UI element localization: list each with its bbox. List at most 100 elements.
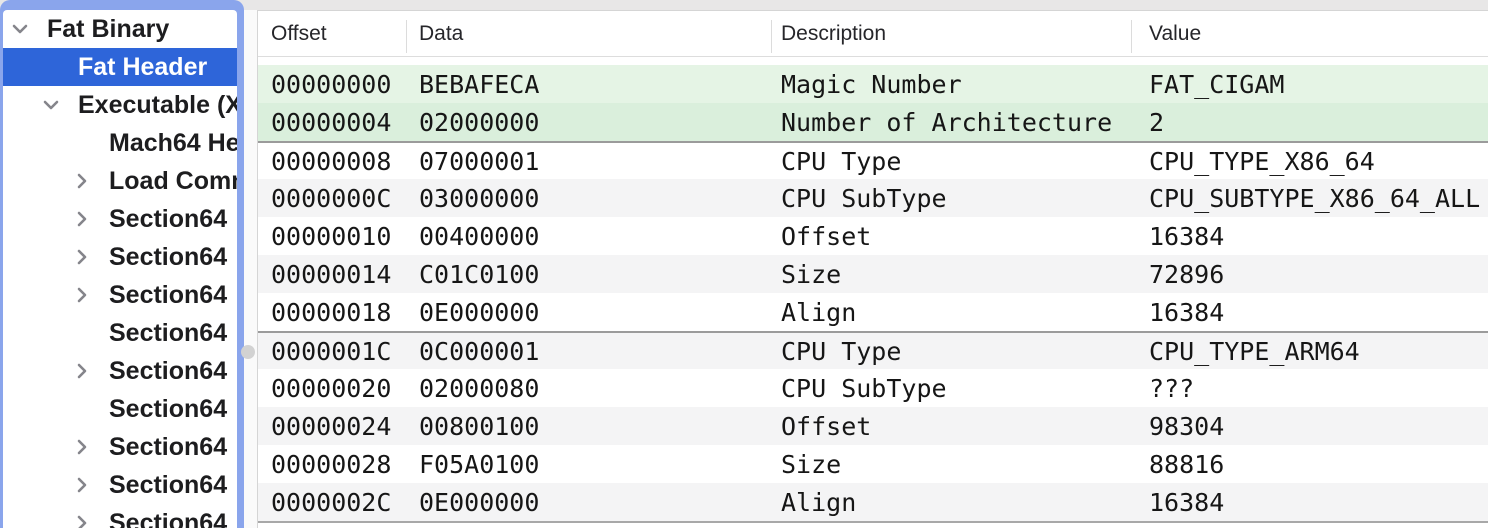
cell-offset: 00000028 (271, 445, 391, 483)
sidebar-item[interactable]: Executable (X (3, 86, 237, 124)
sidebar-item[interactable]: Section64 (3, 314, 237, 352)
table-header-gap (258, 57, 1488, 65)
cell-value: 98304 (1149, 407, 1224, 445)
cell-value: CPU_TYPE_X86_64 (1149, 143, 1375, 179)
table-row[interactable]: 0000000C03000000CPU SubTypeCPU_SUBTYPE_X… (258, 179, 1488, 217)
cell-data: 0E000000 (419, 293, 539, 331)
cell-description: CPU SubType (781, 179, 947, 217)
sidebar-item-label: Section64 (109, 395, 227, 424)
chevron-right-icon[interactable] (71, 435, 93, 459)
chevron-spacer (71, 397, 93, 421)
cell-value: 16384 (1149, 217, 1224, 255)
sidebar-item[interactable]: Load Comm (3, 162, 237, 200)
cell-description: Offset (781, 407, 871, 445)
cell-offset: 00000018 (271, 293, 391, 331)
sidebar-item[interactable]: Fat Header (3, 48, 237, 86)
column-divider[interactable] (406, 20, 407, 53)
sidebar-item-label: Section64 (109, 509, 227, 528)
sidebar-item[interactable]: Section64 (3, 466, 237, 504)
chevron-right-icon[interactable] (71, 359, 93, 383)
cell-offset: 0000002C (271, 483, 391, 521)
cell-description: CPU SubType (781, 369, 947, 407)
sidebar-tree: Fat Binary Fat Header Executable (X Mach64 … (3, 10, 237, 528)
sidebar-item[interactable]: Section64 (3, 504, 237, 528)
cell-offset: 00000014 (271, 255, 391, 293)
table-row[interactable]: 00000028 F05A0100 Size 88816 (258, 445, 1488, 483)
table-row[interactable]: 0000000807000001CPU TypeCPU_TYPE_X86_64 (258, 141, 1488, 179)
cell-value: CPU_TYPE_ARM64 (1149, 333, 1360, 369)
fields-table: Offset Data Description Value 00000000BEBAF… (257, 10, 1488, 528)
cell-description: Align (781, 293, 856, 331)
cell-data: 00800100 (419, 407, 539, 445)
table-row[interactable]: 0000001000400000Offset16384 (258, 217, 1488, 255)
sidebar-item-label: Section64 (109, 205, 227, 234)
column-divider[interactable] (1131, 20, 1132, 53)
sidebar-focus-ring: Fat Binary Fat Header Executable (X Mach64 … (0, 0, 244, 528)
cell-data: 07000001 (419, 143, 539, 179)
sidebar-item-label: Fat Header (78, 53, 207, 82)
cell-data: 0E000000 (419, 483, 539, 521)
table-row[interactable]: 0000002002000080CPU SubType??? (258, 369, 1488, 407)
cell-data: F05A0100 (419, 445, 539, 483)
cell-description: Number of Architecture (781, 103, 1112, 141)
chevron-spacer (71, 321, 93, 345)
table-row[interactable]: 0000001C0C000001CPU TypeCPU_TYPE_ARM64 (258, 331, 1488, 369)
table-row[interactable]: 00000014C01C0100Size72896 (258, 255, 1488, 293)
cell-data: BEBAFECA (419, 65, 539, 103)
sidebar-item[interactable]: Mach64 He (3, 124, 237, 162)
table-row[interactable]: 00000000BEBAFECAMagic NumberFAT_CIGAM (258, 65, 1488, 103)
column-header-data[interactable]: Data (419, 11, 463, 56)
cell-value: 2 (1149, 103, 1164, 141)
sidebar-item-label: Section64 (109, 281, 227, 310)
sidebar-item-label: Section64 (109, 433, 227, 462)
pane-splitter[interactable] (244, 10, 257, 528)
column-header-offset[interactable]: Offset (271, 11, 327, 56)
cell-value: 88816 (1149, 445, 1224, 483)
column-header-description[interactable]: Description (781, 11, 886, 56)
chevron-right-icon[interactable] (71, 283, 93, 307)
sidebar-item-label: Section64 (109, 243, 227, 272)
chevron-right-icon[interactable] (71, 169, 93, 193)
cell-value: 16384 (1149, 293, 1224, 331)
chevron-spacer (40, 55, 62, 79)
cell-data: C01C0100 (419, 255, 539, 293)
sidebar-item[interactable]: Section64 (3, 428, 237, 466)
sidebar-item-label: Fat Binary (47, 15, 169, 44)
cell-offset: 0000001C (271, 333, 391, 369)
cell-description: Size (781, 445, 841, 483)
sidebar-item[interactable]: Section64 (3, 390, 237, 428)
chevron-right-icon[interactable] (71, 207, 93, 231)
cell-data: 0C000001 (419, 333, 539, 369)
chevron-spacer (71, 131, 93, 155)
chevron-down-icon[interactable] (40, 93, 62, 117)
table-row[interactable]: 00000024 00800100 Offset 98304 (258, 407, 1488, 445)
cell-offset: 00000024 (271, 407, 391, 445)
cell-value: 16384 (1149, 483, 1224, 521)
sidebar-item-label: Section64 (109, 319, 227, 348)
splitter-handle-icon[interactable] (241, 345, 255, 359)
table-header-row: Offset Data Description Value (258, 11, 1488, 57)
sidebar-item[interactable]: Fat Binary (3, 10, 237, 48)
table-row[interactable]: 00000004 02000000 Number of Architecture 2 (258, 103, 1488, 141)
cell-offset: 00000020 (271, 369, 391, 407)
chevron-right-icon[interactable] (71, 245, 93, 269)
sidebar-item[interactable]: Section64 (3, 238, 237, 276)
table-row[interactable]: 0000002C 0E000000 Align 16384 (258, 483, 1488, 521)
table-row[interactable]: 00000018 0E000000 Align 16384 (258, 293, 1488, 331)
column-divider[interactable] (771, 20, 772, 53)
sidebar-item[interactable]: Section64 (3, 352, 237, 390)
sidebar-item-label: Executable (X (78, 91, 237, 120)
cell-value: 72896 (1149, 255, 1224, 293)
chevron-down-icon[interactable] (9, 17, 31, 41)
chevron-right-icon[interactable] (71, 511, 93, 528)
sidebar-item[interactable]: Section64 (3, 200, 237, 238)
cell-data: 02000000 (419, 103, 539, 141)
cell-data: 03000000 (419, 179, 539, 217)
cell-description: Align (781, 483, 856, 521)
cell-offset: 00000004 (271, 103, 391, 141)
cell-offset: 00000010 (271, 217, 391, 255)
chevron-right-icon[interactable] (71, 473, 93, 497)
table-bottom-border (258, 521, 1488, 523)
sidebar-item[interactable]: Section64 (3, 276, 237, 314)
column-header-value[interactable]: Value (1149, 11, 1201, 56)
